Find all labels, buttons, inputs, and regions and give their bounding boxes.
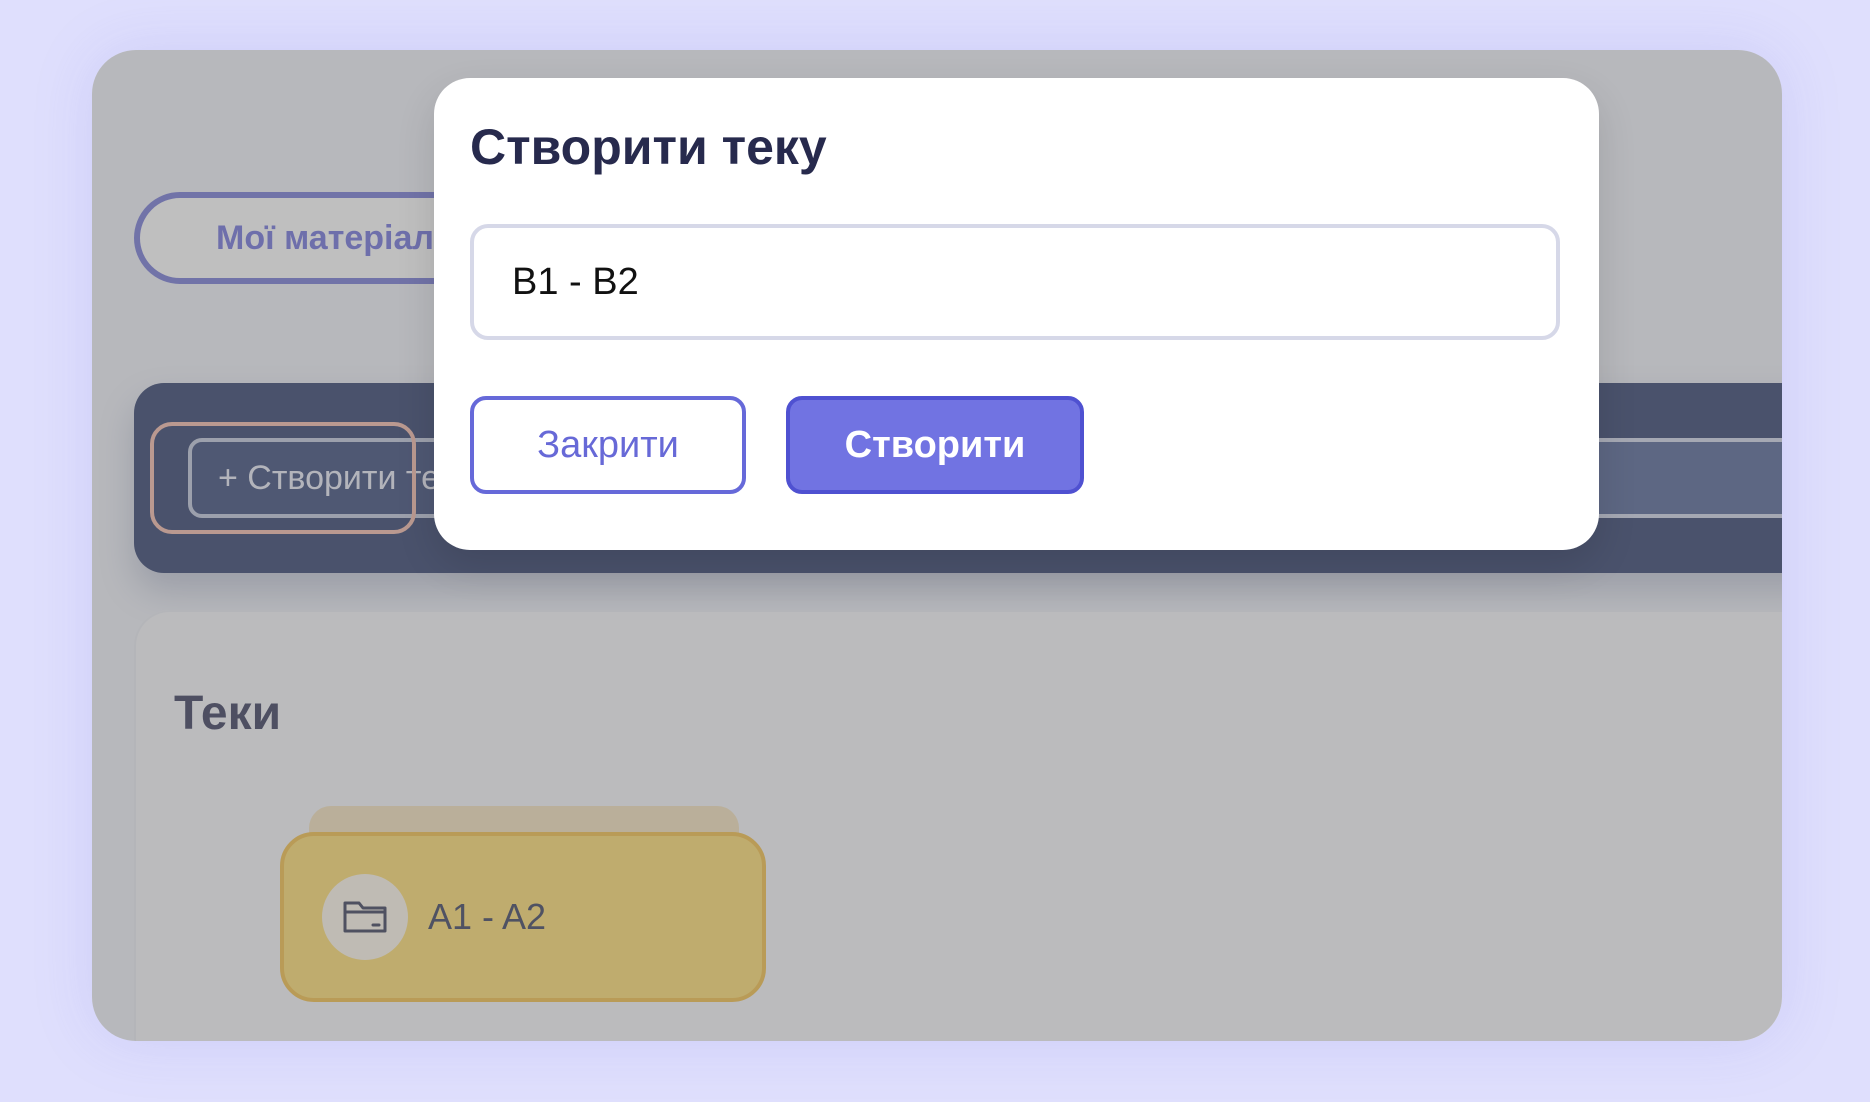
folder-name-input[interactable] <box>470 224 1560 340</box>
close-button-label: Закрити <box>537 423 679 466</box>
modal-title: Створити теку <box>470 119 827 175</box>
create-button-label: Створити <box>844 423 1026 466</box>
create-folder-modal: Створити теку Закрити Створити <box>434 78 1599 550</box>
app-window: Мої матеріали + Створити теку Теки A1 - … <box>92 50 1782 1041</box>
create-button[interactable]: Створити <box>786 396 1084 494</box>
close-button[interactable]: Закрити <box>470 396 746 494</box>
